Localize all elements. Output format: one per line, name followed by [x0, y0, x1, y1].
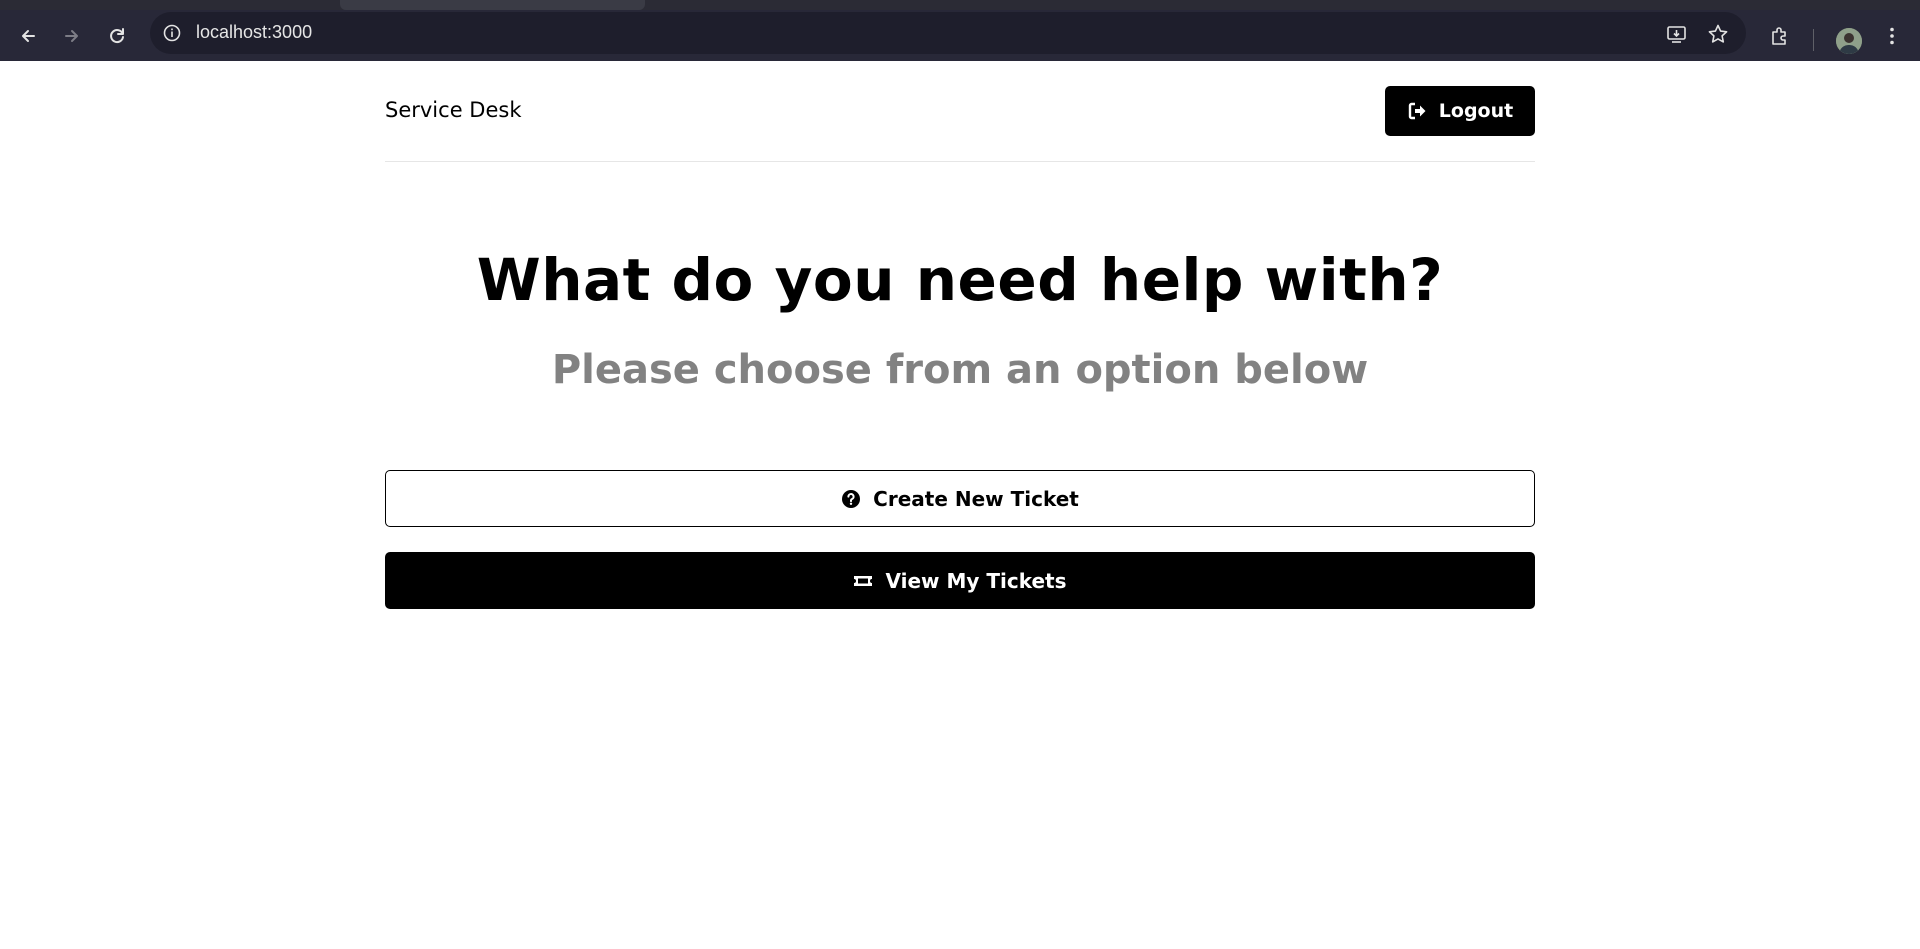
main-container: Service Desk Logout What do you need hel…: [385, 61, 1535, 609]
view-my-tickets-button[interactable]: View My Tickets: [385, 552, 1535, 609]
brand-logo-text[interactable]: Service Desk: [385, 98, 521, 122]
active-tab[interactable]: [340, 0, 645, 10]
browser-toolbar: localhost:3000: [0, 10, 1920, 61]
logout-button[interactable]: Logout: [1385, 86, 1535, 136]
url-text[interactable]: localhost:3000: [196, 22, 312, 43]
page-subheading: Please choose from an option below: [551, 347, 1369, 393]
view-my-tickets-label: View My Tickets: [885, 568, 1067, 593]
address-bar[interactable]: localhost:3000: [150, 12, 1746, 54]
page-content: Service Desk Logout What do you need hel…: [0, 61, 1920, 949]
more-menu-icon[interactable]: [1876, 20, 1908, 52]
ticket-icon: [854, 575, 873, 586]
site-info-icon[interactable]: [162, 23, 182, 43]
browser-window-frame: localhost:3000: [0, 0, 1920, 61]
create-new-ticket-label: Create New Ticket: [873, 486, 1079, 511]
tab-strip: [0, 0, 1920, 10]
site-header: Service Desk Logout: [385, 61, 1535, 162]
extensions-icon[interactable]: [1764, 20, 1796, 52]
logout-icon: [1408, 102, 1426, 120]
forward-arrow-icon[interactable]: [56, 20, 88, 52]
reload-icon[interactable]: [101, 20, 133, 52]
install-app-icon[interactable]: [1666, 23, 1688, 45]
create-new-ticket-button[interactable]: Create New Ticket: [385, 470, 1535, 527]
logout-label: Logout: [1438, 100, 1514, 122]
bookmark-star-icon[interactable]: [1707, 23, 1729, 45]
profile-avatar[interactable]: [1836, 28, 1862, 54]
page-heading: What do you need help with?: [476, 246, 1444, 314]
question-circle-icon: [842, 489, 861, 508]
toolbar-divider: [1813, 29, 1814, 51]
back-arrow-icon[interactable]: [12, 20, 44, 52]
